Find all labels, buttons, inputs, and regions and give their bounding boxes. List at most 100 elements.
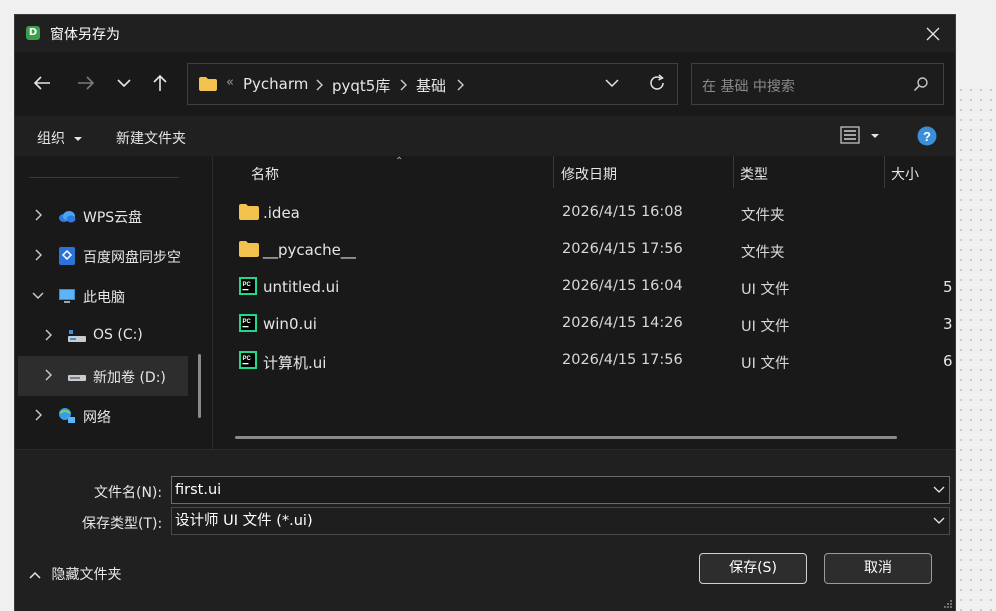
breadcrumb-segment-basics[interactable]: 基础 [416, 75, 446, 96]
breadcrumb-segment-pyqt5[interactable]: pyqt5库 [332, 75, 390, 96]
sidebar-item-label: WPS云盘 [83, 210, 143, 226]
file-list: ⌃ 名称 修改日期 类型 大小 .idea 2026/4/15 16:08 文件… [213, 156, 955, 449]
file-size: 3 [943, 315, 953, 333]
breadcrumb-chevron-icon[interactable] [456, 79, 464, 91]
filetype-label: 保存类型(T): [82, 516, 163, 532]
horizontal-scrollbar[interactable] [235, 436, 897, 439]
breadcrumb-overflow[interactable]: « [226, 75, 234, 90]
resize-grip-icon[interactable] [943, 599, 953, 609]
file-row[interactable]: PC win0.ui 2026/4/15 14:26 UI 文件 3 [213, 305, 955, 342]
app-icon: D [26, 26, 40, 40]
file-date: 2026/4/15 16:04 [562, 278, 683, 294]
navigation-bar: « Pycharm pyqt5库 基础 在 基础 中搜索 [15, 52, 955, 116]
breadcrumb-segment-pycharm[interactable]: Pycharm [243, 75, 308, 93]
search-box[interactable]: 在 基础 中搜索 [691, 63, 944, 105]
svg-text:PC: PC [243, 282, 252, 288]
recent-locations-button[interactable] [109, 68, 139, 98]
file-type: 文件夹 [741, 208, 785, 224]
file-row[interactable]: __pycache__ 2026/4/15 17:56 文件夹 [213, 231, 955, 268]
column-header-label: 名称 [251, 167, 279, 183]
forward-button[interactable] [71, 68, 101, 98]
column-header-type[interactable]: 类型 [734, 156, 884, 190]
refresh-icon[interactable] [648, 74, 666, 92]
file-row[interactable]: .idea 2026/4/15 16:08 文件夹 [213, 194, 955, 231]
hide-folders-toggle[interactable]: 隐藏文件夹 [29, 564, 121, 584]
file-type: 文件夹 [741, 245, 785, 261]
cloud-icon [59, 211, 76, 223]
sidebar-item-label: 百度网盘同步空 [83, 250, 181, 266]
close-button[interactable] [911, 15, 955, 52]
address-bar[interactable]: « Pycharm pyqt5库 基础 [187, 63, 678, 105]
view-options-button[interactable] [840, 126, 880, 148]
breadcrumb-chevron-icon[interactable] [399, 79, 407, 91]
sidebar-item-wps-cloud[interactable]: WPS云盘 [18, 196, 188, 236]
chevron-down-icon[interactable] [32, 291, 44, 299]
pycharm-file-icon: PC [239, 277, 257, 295]
chevron-right-icon[interactable] [44, 329, 52, 341]
breadcrumb-chevron-icon[interactable] [315, 79, 323, 91]
baidu-netdisk-icon [59, 247, 75, 265]
command-bar: 组织 新建文件夹 ? [15, 116, 955, 156]
up-button[interactable] [145, 68, 175, 98]
sidebar-item-label: 此电脑 [83, 290, 125, 306]
sidebar-scrollbar[interactable] [198, 354, 201, 418]
file-date: 2026/4/15 14:26 [562, 315, 683, 331]
column-header-label: 修改日期 [561, 167, 617, 183]
file-date: 2026/4/15 16:08 [562, 204, 683, 220]
file-row[interactable]: PC untitled.ui 2026/4/15 16:04 UI 文件 5 [213, 268, 955, 305]
folder-icon [199, 77, 217, 91]
file-row[interactable]: PC 计算机.ui 2026/4/15 17:56 UI 文件 6 [213, 342, 955, 379]
chevron-down-icon [117, 79, 131, 88]
chevron-right-icon[interactable] [34, 409, 42, 421]
column-header-size[interactable]: 大小 [885, 156, 955, 190]
search-placeholder: 在 基础 中搜索 [702, 79, 795, 95]
sidebar-item-label: OS (C:) [93, 327, 143, 343]
drive-icon [68, 375, 86, 381]
organize-menu[interactable]: 组织 [37, 128, 83, 148]
file-name: untitled.ui [263, 278, 340, 296]
drive-icon [68, 330, 86, 342]
column-header-name[interactable]: 名称 [213, 156, 553, 190]
sidebar-item-baidu-netdisk[interactable]: 百度网盘同步空 [18, 236, 188, 276]
file-name: __pycache__ [263, 241, 356, 259]
organize-label: 组织 [37, 131, 65, 147]
sidebar-item-this-pc[interactable]: 此电脑 [18, 276, 188, 316]
caret-down-icon [74, 137, 83, 141]
background-grid [956, 85, 996, 611]
column-header-date[interactable]: 修改日期 [554, 156, 733, 190]
chevron-right-icon[interactable] [34, 209, 42, 221]
file-date: 2026/4/15 17:56 [562, 241, 683, 257]
svg-text:PC: PC [243, 356, 252, 362]
back-arrow-icon [33, 76, 50, 90]
help-icon: ? [917, 126, 937, 146]
chevron-down-icon[interactable] [933, 486, 945, 494]
chevron-right-icon[interactable] [34, 249, 42, 261]
save-button[interactable]: 保存(S) [699, 553, 807, 584]
help-button[interactable]: ? [917, 126, 937, 150]
filetype-select[interactable]: 设计师 UI 文件 (*.ui) [171, 507, 950, 535]
new-folder-button[interactable]: 新建文件夹 [116, 128, 186, 148]
sidebar-item-network[interactable]: 网络 [18, 396, 188, 436]
sidebar-item-drive-c[interactable]: OS (C:) [18, 316, 188, 356]
svg-text:?: ? [923, 129, 931, 144]
chevron-right-icon[interactable] [44, 369, 52, 381]
back-button[interactable] [27, 68, 57, 98]
hide-folders-label: 隐藏文件夹 [51, 567, 122, 583]
svg-text:PC: PC [243, 319, 252, 325]
file-type: UI 文件 [741, 356, 790, 372]
chevron-down-icon[interactable] [933, 517, 945, 525]
pycharm-file-icon: PC [239, 314, 257, 332]
folder-icon [239, 204, 259, 220]
computer-icon [59, 289, 75, 303]
sidebar-item-label: 网络 [83, 410, 111, 426]
file-date: 2026/4/15 17:56 [562, 352, 683, 368]
filename-label: 文件名(N): [94, 485, 163, 501]
sidebar-item-drive-d[interactable]: 新加卷 (D:) [18, 356, 188, 396]
search-icon[interactable] [913, 76, 929, 92]
address-dropdown-icon[interactable] [605, 76, 619, 90]
sidebar-divider [29, 177, 179, 178]
caret-down-icon [871, 134, 880, 138]
filename-input[interactable]: first.ui [171, 476, 950, 504]
cancel-button[interactable]: 取消 [824, 553, 932, 584]
file-type: UI 文件 [741, 319, 790, 335]
